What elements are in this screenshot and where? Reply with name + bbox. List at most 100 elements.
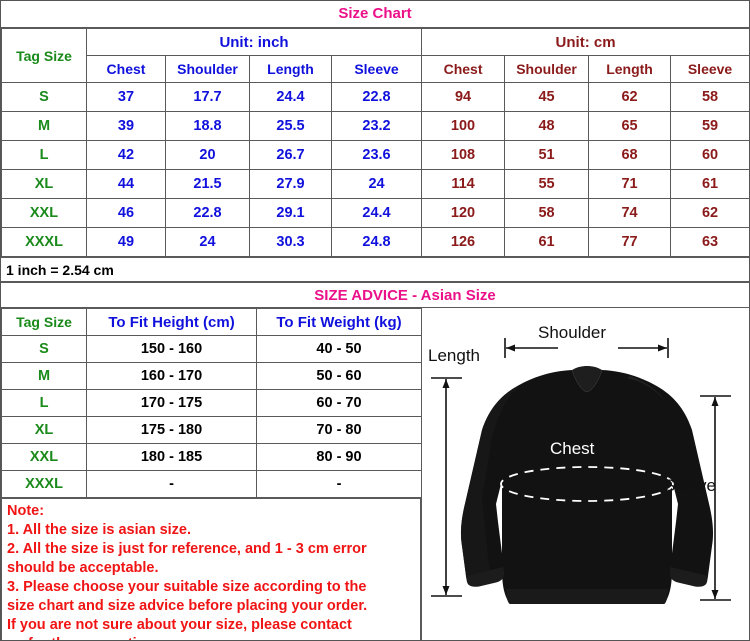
table-row: L 170 - 175 60 - 70 (1, 389, 422, 417)
unit-conversion-note: 1 inch = 2.54 cm (1, 257, 749, 282)
cell-inch-shoulder: 22.8 (165, 198, 250, 228)
cell-cm-chest: 100 (421, 111, 506, 141)
cell-cm-sleeve: 61 (670, 169, 749, 199)
cell-inch-shoulder: 21.5 (165, 169, 250, 199)
chest-label: Chest (550, 439, 595, 458)
advice-row-tag: XL (1, 416, 87, 444)
advice-row-height: 150 - 160 (86, 335, 257, 363)
advice-header-weight: To Fit Weight (kg) (256, 308, 422, 336)
cell-cm-chest: 126 (421, 227, 506, 257)
cell-cm-shoulder: 55 (504, 169, 590, 199)
table-row: S 37 17.7 24.4 22.8 94 45 62 58 (1, 82, 749, 112)
sleeve-label: Sleeve (664, 476, 716, 495)
cell-cm-chest: 120 (421, 198, 506, 228)
advice-row-tag: S (1, 335, 87, 363)
cell-inch-shoulder: 24 (165, 227, 250, 257)
header-inch-sleeve: Sleeve (330, 55, 423, 83)
cell-cm-chest: 94 (421, 82, 506, 112)
header-cm-sleeve: Sleeve (670, 55, 749, 83)
cell-cm-length: 71 (588, 169, 672, 199)
table-row: S 150 - 160 40 - 50 (1, 335, 422, 363)
advice-row-tag: XXXL (1, 470, 87, 498)
cell-inch-sleeve: 24 (330, 169, 423, 199)
advice-row-tag: M (1, 362, 87, 390)
cell-inch-shoulder: 18.8 (165, 111, 250, 141)
garment-diagram-panel: Length Shoulder Chest Sleeve (421, 308, 749, 640)
cell-cm-length: 74 (588, 198, 672, 228)
tag-size-header: Tag Size (1, 28, 87, 83)
cell-cm-shoulder: 45 (504, 82, 590, 112)
row-tag: L (1, 140, 87, 170)
cell-cm-sleeve: 62 (670, 198, 749, 228)
cell-inch-sleeve: 23.6 (330, 140, 423, 170)
cell-inch-chest: 39 (86, 111, 166, 141)
measure-header-row: Chest Shoulder Length Sleeve Chest Shoul… (2, 55, 749, 83)
cell-inch-chest: 42 (86, 140, 166, 170)
cell-inch-length: 29.1 (249, 198, 332, 228)
size-advice-table: Tag Size To Fit Height (cm) To Fit Weigh… (1, 308, 422, 498)
row-tag: XL (1, 169, 87, 199)
advice-header-row: Tag Size To Fit Height (cm) To Fit Weigh… (1, 308, 422, 336)
advice-header-height: To Fit Height (cm) (86, 308, 257, 336)
size-chart-table: Tag Size Unit: inch Unit: cm Chest Shoul… (1, 28, 749, 257)
advice-row-weight: - (256, 470, 422, 498)
table-row: XXL 180 - 185 80 - 90 (1, 443, 422, 471)
note-line-1: 1. All the size is asian size. (7, 522, 192, 538)
advice-row-weight: 60 - 70 (256, 389, 422, 417)
cell-cm-chest: 114 (421, 169, 506, 199)
unit-inch-header: Unit: inch (85, 28, 423, 56)
cell-cm-shoulder: 61 (504, 227, 590, 257)
cell-cm-sleeve: 63 (670, 227, 749, 257)
table-row: XL 44 21.5 27.9 24 114 55 71 61 (1, 169, 749, 199)
cell-cm-shoulder: 48 (504, 111, 590, 141)
cell-inch-sleeve: 24.4 (330, 198, 423, 228)
cell-inch-sleeve: 22.8 (330, 82, 423, 112)
cell-cm-chest: 108 (421, 140, 506, 170)
cell-inch-sleeve: 23.2 (330, 111, 423, 141)
cell-inch-length: 25.5 (249, 111, 332, 141)
cell-cm-shoulder: 58 (504, 198, 590, 228)
size-advice-title: SIZE ADVICE - Asian Size (1, 282, 749, 308)
cell-inch-chest: 46 (86, 198, 166, 228)
header-cm-shoulder: Shoulder (504, 55, 590, 83)
cell-inch-sleeve: 24.8 (330, 227, 423, 257)
cell-cm-length: 68 (588, 140, 672, 170)
table-row: XXL 46 22.8 29.1 24.4 120 58 74 62 (1, 198, 749, 228)
cell-cm-length: 77 (588, 227, 672, 257)
cell-inch-shoulder: 20 (165, 140, 250, 170)
row-tag: XXXL (1, 227, 87, 257)
advice-row-tag: L (1, 389, 87, 417)
table-row: XXXL - - (1, 470, 422, 498)
note-box: Note: 1. All the size is asian size. 2. … (1, 498, 421, 640)
advice-row-height: 175 - 180 (86, 416, 257, 444)
cell-inch-length: 30.3 (249, 227, 332, 257)
cell-cm-sleeve: 59 (670, 111, 749, 141)
cell-cm-shoulder: 51 (504, 140, 590, 170)
size-chart-page: Size Chart Tag Size Unit: inch Unit: cm … (0, 0, 750, 641)
cell-inch-chest: 37 (86, 82, 166, 112)
cell-cm-length: 65 (588, 111, 672, 141)
advice-row-weight: 80 - 90 (256, 443, 422, 471)
cell-inch-chest: 49 (86, 227, 166, 257)
unit-header-row: Tag Size Unit: inch Unit: cm (1, 28, 749, 83)
advice-row-weight: 50 - 60 (256, 362, 422, 390)
header-cm-chest: Chest (421, 55, 506, 83)
cell-inch-chest: 44 (86, 169, 166, 199)
header-inch-shoulder: Shoulder (165, 55, 250, 83)
cell-cm-sleeve: 58 (670, 82, 749, 112)
header-inch-length: Length (249, 55, 332, 83)
cell-inch-length: 24.4 (249, 82, 332, 112)
table-row: M 160 - 170 50 - 60 (1, 362, 422, 390)
cell-inch-length: 27.9 (249, 169, 332, 199)
note-line-2: 2. All the size is just for reference, a… (7, 541, 367, 576)
table-row: L 42 20 26.7 23.6 108 51 68 60 (1, 140, 749, 170)
table-row: XXXL 49 24 30.3 24.8 126 61 77 63 (1, 227, 749, 257)
row-tag: M (1, 111, 87, 141)
advice-and-note-column: Tag Size To Fit Height (cm) To Fit Weigh… (1, 308, 422, 640)
advice-row-height: 160 - 170 (86, 362, 257, 390)
shoulder-label: Shoulder (538, 323, 607, 342)
advice-row-tag: XXL (1, 443, 87, 471)
lower-section: Tag Size To Fit Height (cm) To Fit Weigh… (1, 308, 749, 640)
cell-inch-length: 26.7 (249, 140, 332, 170)
header-cm-length: Length (588, 55, 672, 83)
